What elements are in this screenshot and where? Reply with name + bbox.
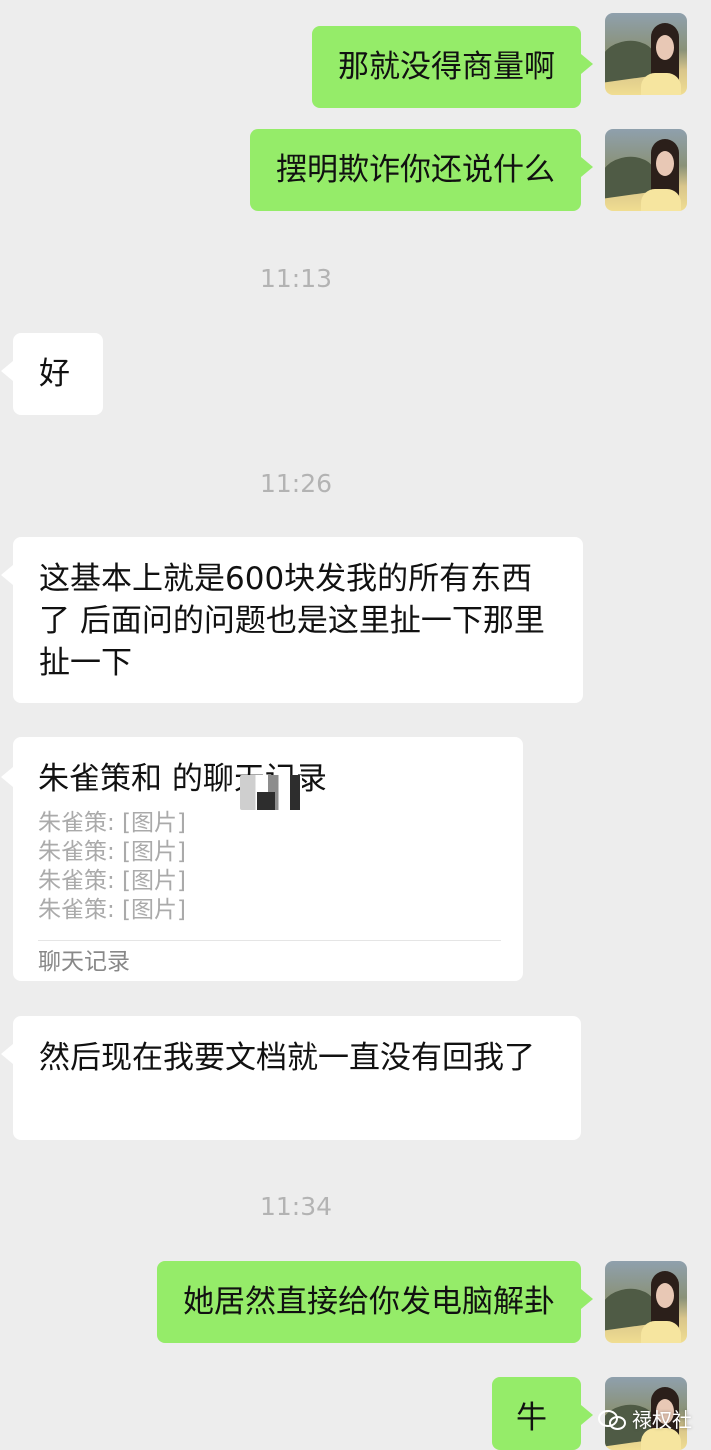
outgoing-message-bubble[interactable]: 那就没得商量啊 bbox=[312, 26, 593, 108]
profile-shirt bbox=[641, 1321, 681, 1343]
chat-record-preview-line: 朱雀策: [图片] bbox=[38, 810, 187, 836]
outgoing-message-bubble[interactable]: 牛 bbox=[492, 1377, 593, 1450]
outgoing-message-row: 摆明欺诈你还说什么 bbox=[0, 129, 711, 211]
outgoing-message-row: 那就没得商量啊 bbox=[0, 13, 711, 108]
chat-record-card[interactable]: 朱雀策和 的聊天记录 朱雀策: [图片] 朱雀策: [图片] 朱雀策: [图片]… bbox=[1, 737, 523, 981]
chat-record-preview-line: 朱雀策: [图片] bbox=[38, 897, 187, 923]
profile-shirt bbox=[641, 73, 681, 95]
chat-record-preview-line: 朱雀策: [图片] bbox=[38, 839, 187, 865]
incoming-message-bubble[interactable]: 好 bbox=[1, 333, 103, 415]
avatar[interactable] bbox=[605, 13, 687, 95]
chat-record-footer: 聊天记录 bbox=[38, 949, 130, 975]
timestamp: 11:34 bbox=[259, 1192, 333, 1221]
profile-face bbox=[656, 151, 674, 176]
profile-face bbox=[656, 35, 674, 60]
incoming-message-bubble[interactable]: 这基本上就是600块发我的所有东西了 后面问的问题也是这里扯一下那里扯一下 bbox=[1, 537, 583, 703]
incoming-message-bubble[interactable]: 然后现在我要文档就一直没有回我了 bbox=[1, 1016, 581, 1140]
outgoing-message-bubble[interactable]: 她居然直接给你发电脑解卦 bbox=[157, 1261, 593, 1343]
watermark-text: 禄权社 bbox=[632, 1408, 692, 1432]
chat-record-divider bbox=[38, 940, 501, 941]
profile-face bbox=[656, 1283, 674, 1308]
wechat-watermark: 禄权社 bbox=[598, 1404, 692, 1433]
outgoing-message-row: 她居然直接给你发电脑解卦 bbox=[0, 1261, 711, 1343]
outgoing-message-bubble[interactable]: 摆明欺诈你还说什么 bbox=[250, 129, 593, 211]
chat-record-preview: 朱雀策: [图片] 朱雀策: [图片] 朱雀策: [图片] 朱雀策: [图片] bbox=[38, 809, 499, 925]
timestamp: 11:13 bbox=[259, 264, 333, 293]
timestamp: 11:26 bbox=[259, 469, 333, 498]
wechat-icon bbox=[598, 1410, 628, 1430]
redaction-mosaic bbox=[240, 775, 302, 810]
avatar[interactable] bbox=[605, 1261, 687, 1343]
chat-conversation: 那就没得商量啊 摆明欺诈你还说什么 11:13 好 11:26 这基本上就是60… bbox=[0, 0, 711, 1450]
avatar[interactable] bbox=[605, 129, 687, 211]
chat-record-preview-line: 朱雀策: [图片] bbox=[38, 868, 187, 894]
profile-shirt bbox=[641, 189, 681, 211]
